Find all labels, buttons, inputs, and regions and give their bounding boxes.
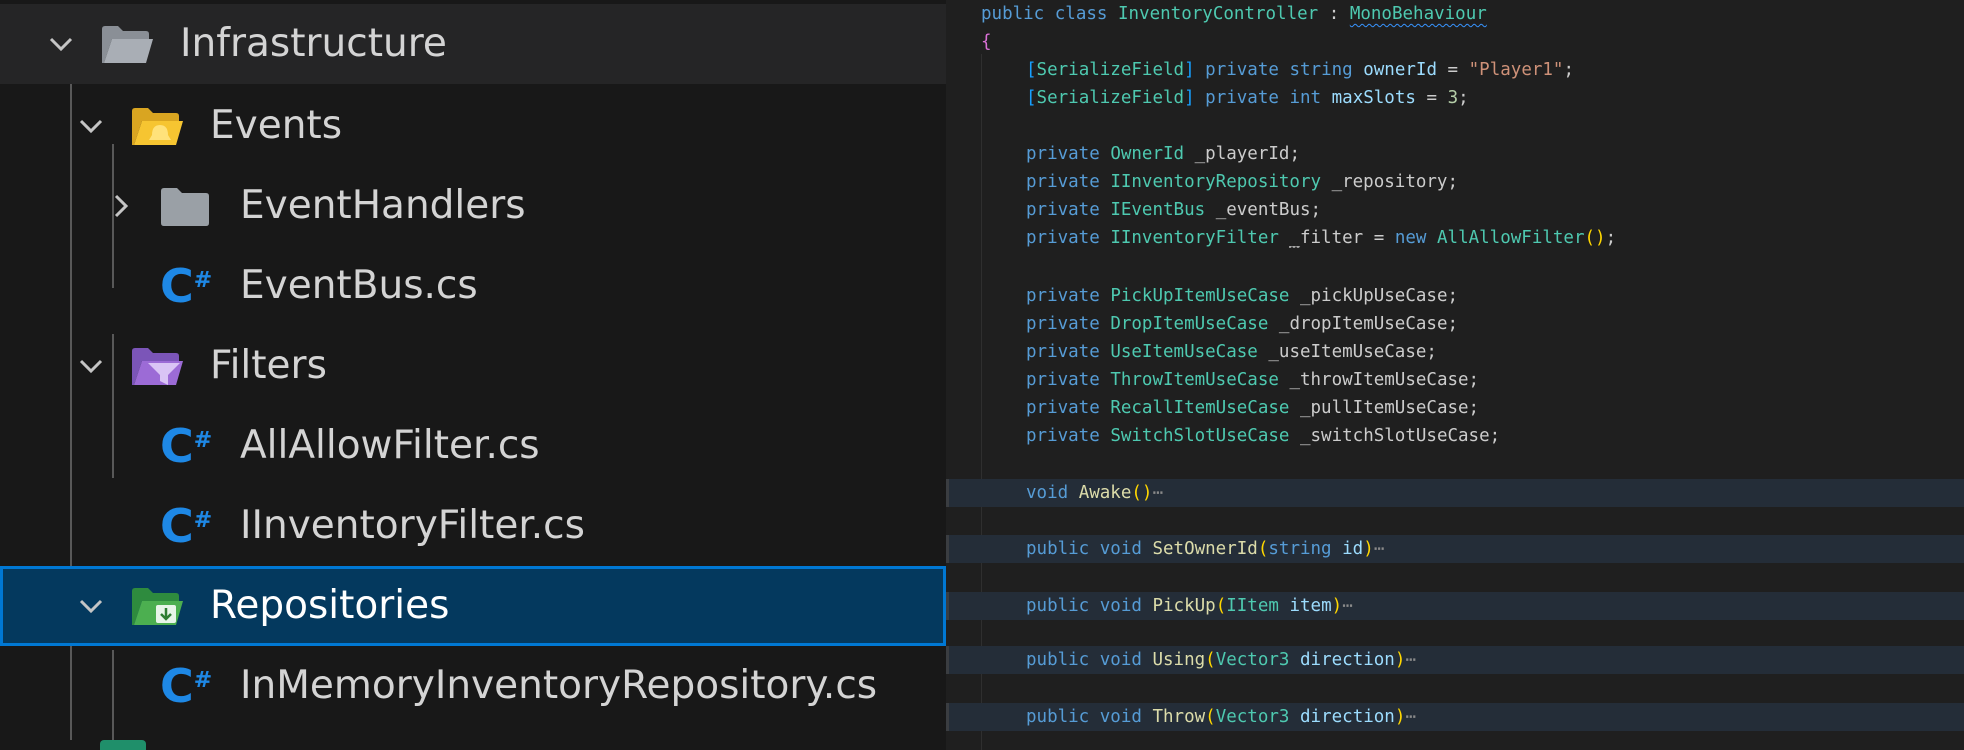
csharp-file-icon: C #: [160, 659, 213, 713]
code-line: private SwitchSlotUseCase _switchSlotUse…: [1026, 426, 1501, 446]
folder-icon: [100, 740, 146, 750]
code-line: private UseItemUseCase _useItemUseCase;: [1026, 342, 1437, 362]
folding-ellipsis-icon: ⋯: [1342, 596, 1353, 616]
folded-method-awake[interactable]: void Awake()⋯: [946, 479, 1964, 507]
chevron-down-icon: [40, 23, 82, 65]
tree-label: IInventoryFilter.cs: [240, 503, 585, 548]
folding-ellipsis-icon: ⋯: [1152, 483, 1164, 503]
tree-file-eventbus[interactable]: C # EventBus.cs: [0, 246, 946, 326]
csharp-file-icon: C #: [160, 499, 213, 553]
folded-method-throw[interactable]: public void Throw(Vector3 direction)⋯: [946, 703, 1964, 731]
tree-label: Infrastructure: [180, 21, 447, 66]
folded-method-using[interactable]: public void Using(Vector3 direction)⋯: [946, 646, 1964, 674]
tree-label: Events: [210, 103, 343, 148]
tree-folder-eventhandlers[interactable]: EventHandlers: [0, 166, 946, 246]
tree-label: Repositories: [210, 583, 450, 628]
folder-open-icon: [100, 21, 154, 67]
folded-method-pickup[interactable]: public void PickUp(IItem item)⋯: [946, 592, 1964, 620]
tree-label: Filters: [210, 343, 327, 388]
tree-file-inmemoryinventoryrepository[interactable]: C # InMemoryInventoryRepository.cs: [0, 646, 946, 726]
explorer-panel: Infrastructure Events EventHandlers C # E…: [0, 0, 946, 750]
code-line: [SerializeField] private int maxSlots = …: [1026, 88, 1469, 108]
tree-file-allallowfilter[interactable]: C # AllAllowFilter.cs: [0, 406, 946, 486]
folded-method-setownerid[interactable]: public void SetOwnerId(string id)⋯: [946, 535, 1964, 563]
tree-folder-events[interactable]: Events: [0, 86, 946, 166]
tree-label: EventHandlers: [240, 183, 526, 228]
csharp-file-icon: C #: [160, 419, 213, 473]
code-line: private OwnerId _playerId;: [1026, 144, 1300, 164]
code-line: {: [981, 32, 992, 52]
code-line: private PickUpItemUseCase _pickUpUseCase…: [1026, 286, 1459, 306]
code-line: public class InventoryController : MonoB…: [981, 4, 1487, 24]
tree-file-iinventoryfilter[interactable]: C # IInventoryFilter.cs: [0, 486, 946, 566]
tree-folder-filters[interactable]: Filters: [0, 326, 946, 406]
chevron-down-icon: [70, 105, 112, 147]
csharp-file-icon: C #: [160, 259, 213, 313]
chevron-down-icon: [70, 585, 112, 627]
tree-folder-repositories[interactable]: Repositories: [0, 566, 946, 646]
folding-ellipsis-icon: ⋯: [1405, 650, 1416, 670]
code-line: private IEventBus _eventBus;: [1026, 200, 1322, 220]
code-line: [SerializeField] private string ownerId …: [1026, 60, 1575, 80]
chevron-down-icon: [70, 345, 112, 387]
tree-folder-infrastructure[interactable]: Infrastructure: [0, 4, 946, 84]
chevron-right-icon: [100, 185, 142, 227]
folder-icon: [158, 183, 212, 229]
tree-label: AllAllowFilter.cs: [240, 423, 540, 468]
tree-label: EventBus.cs: [240, 263, 478, 308]
code-line: private IInventoryRepository _repository…: [1026, 172, 1459, 192]
code-line: private RecallItemUseCase _pullItemUseCa…: [1026, 398, 1480, 418]
code-line: private ThrowItemUseCase _throwItemUseCa…: [1026, 370, 1480, 390]
code-editor[interactable]: public class InventoryController : MonoB…: [946, 0, 1964, 750]
folding-ellipsis-icon: ⋯: [1405, 707, 1416, 727]
filter-folder-icon: [130, 343, 184, 389]
code-line: private DropItemUseCase _dropItemUseCase…: [1026, 314, 1459, 334]
tree-label: InMemoryInventoryRepository.cs: [240, 663, 878, 708]
folding-ellipsis-icon: ⋯: [1373, 539, 1385, 559]
code-line: private IInventoryFilter _filter = new A…: [1026, 228, 1617, 248]
repository-folder-icon: [130, 583, 184, 629]
events-folder-icon: [130, 103, 184, 149]
